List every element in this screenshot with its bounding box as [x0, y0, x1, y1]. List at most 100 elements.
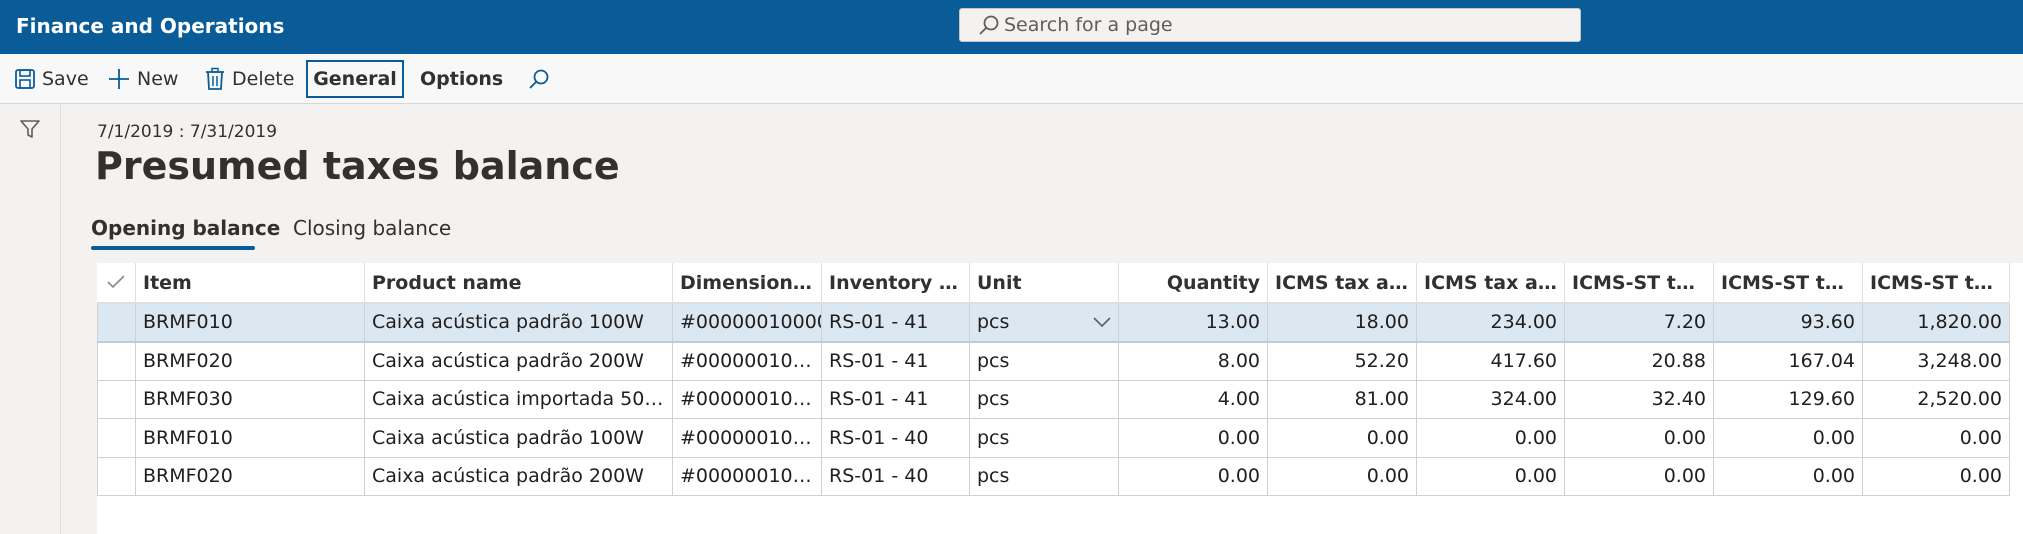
cell-product-name[interactable]: Caixa acústica padrão 100W [364, 302, 673, 343]
cell-icms-tax-amount-2[interactable]: 234.00 [1416, 302, 1565, 343]
cell-icms-st-tax-3[interactable]: 2,520.00 [1862, 379, 2010, 419]
cell-icms-st-tax-3[interactable]: 0.00 [1862, 456, 2010, 496]
delete-button[interactable]: Delete [204, 60, 294, 98]
cell-icms-st-tax-2[interactable]: 167.04 [1713, 341, 1863, 381]
column-header-icms-st-tax-2[interactable]: ICMS-ST tax... [1713, 263, 1863, 304]
cell-icms-st-tax-1[interactable]: 7.20 [1564, 302, 1714, 343]
cell-product-name[interactable]: Caixa acústica padrão 200W [364, 341, 673, 381]
cell-item[interactable]: BRMF020 [135, 341, 365, 381]
cell-inventory-dimension[interactable]: RS-01 - 41 [821, 302, 970, 343]
cell-icms-st-tax-1[interactable]: 20.88 [1564, 341, 1714, 381]
cell-unit[interactable]: pcs [969, 418, 1119, 458]
app-title[interactable]: Finance and Operations [16, 14, 284, 38]
cell-icms-st-tax-1[interactable]: 0.00 [1564, 456, 1714, 496]
cell-quantity[interactable]: 8.00 [1118, 341, 1268, 381]
cell-icms-st-tax-2[interactable]: 129.60 [1713, 379, 1863, 419]
cell-icms-tax-amount-2[interactable]: 324.00 [1416, 379, 1565, 419]
column-header-quantity[interactable]: Quantity [1118, 263, 1268, 304]
cell-quantity[interactable]: 4.00 [1118, 379, 1268, 419]
select-all-checkbox[interactable] [97, 263, 136, 304]
column-header-inventory-dimension[interactable]: Inventory di... [821, 263, 970, 304]
row-select-checkbox[interactable] [97, 379, 136, 419]
column-header-item[interactable]: Item [135, 263, 365, 304]
cell-unit[interactable]: pcs [969, 456, 1119, 496]
cell-icms-tax-amount-2[interactable]: 417.60 [1416, 341, 1565, 381]
cell-dimension[interactable]: #000000100... [672, 379, 822, 419]
cell-icms-tax-amount-2[interactable]: 0.00 [1416, 418, 1565, 458]
cell-icms-st-tax-3[interactable]: 0.00 [1862, 418, 2010, 458]
column-header-icms-st-tax-1[interactable]: ICMS-ST tax... [1564, 263, 1714, 304]
cell-quantity[interactable]: 0.00 [1118, 456, 1268, 496]
cell-quantity[interactable]: 13.00 [1118, 302, 1268, 343]
row-select-checkbox[interactable] [97, 418, 136, 458]
cell-product-name[interactable]: Caixa acústica importada 500W [364, 379, 673, 419]
column-header-icms-tax-amount-2[interactable]: ICMS tax am... [1416, 263, 1565, 304]
row-select-checkbox[interactable] [97, 302, 136, 343]
cell-icms-st-tax-3[interactable]: 1,820.00 [1862, 302, 2010, 343]
cell-icms-st-tax-3[interactable]: 3,248.00 [1862, 341, 2010, 381]
column-header-icms-tax-amount-1[interactable]: ICMS tax am... [1267, 263, 1417, 304]
filter-icon[interactable] [19, 118, 41, 144]
cell-icms-st-tax-2[interactable]: 0.00 [1713, 418, 1863, 458]
cell-icms-st-tax-1[interactable]: 32.40 [1564, 379, 1714, 419]
column-header-dimension[interactable]: Dimension n... [672, 263, 822, 304]
cell-unit[interactable]: pcs [969, 379, 1119, 419]
row-select-checkbox[interactable] [97, 456, 136, 496]
cell-product-name[interactable]: Caixa acústica padrão 100W [364, 418, 673, 458]
save-label: Save [42, 68, 89, 90]
table-row[interactable]: BRMF010 Caixa acústica padrão 100W #0000… [97, 302, 2010, 343]
tab-options[interactable]: Options [408, 60, 515, 98]
table-row[interactable]: BRMF030 Caixa acústica importada 500W #0… [97, 379, 2010, 419]
cell-inventory-dimension[interactable]: RS-01 - 40 [821, 456, 970, 496]
cell-dimension[interactable]: #00000010000 [672, 302, 822, 343]
cell-unit[interactable]: pcs [969, 341, 1119, 381]
cell-item[interactable]: BRMF030 [135, 379, 365, 419]
table-row[interactable]: BRMF020 Caixa acústica padrão 200W #0000… [97, 341, 2010, 381]
column-header-icms-st-tax-3[interactable]: ICMS-ST tax... [1862, 263, 2010, 304]
table-row[interactable]: BRMF010 Caixa acústica padrão 100W #0000… [97, 418, 2010, 458]
cell-inventory-dimension[interactable]: RS-01 - 41 [821, 379, 970, 419]
search-input[interactable] [1004, 14, 1524, 36]
search-box[interactable] [959, 8, 1581, 42]
cell-inventory-dimension[interactable]: RS-01 - 41 [821, 341, 970, 381]
cell-icms-st-tax-2[interactable]: 0.00 [1713, 456, 1863, 496]
page-title: Presumed taxes balance [95, 144, 620, 188]
table-row[interactable]: BRMF020 Caixa acústica padrão 200W #0000… [97, 456, 2010, 496]
cell-item[interactable]: BRMF010 [135, 302, 365, 343]
new-label: New [137, 68, 179, 90]
top-navbar: Finance and Operations [0, 0, 2023, 54]
cell-dimension[interactable]: #000000100... [672, 456, 822, 496]
cell-dimension[interactable]: #000000100... [672, 418, 822, 458]
cell-icms-tax-amount-1[interactable]: 0.00 [1267, 418, 1417, 458]
cell-unit[interactable]: pcs [969, 302, 1119, 343]
cell-icms-tax-amount-1[interactable]: 18.00 [1267, 302, 1417, 343]
cell-product-name[interactable]: Caixa acústica padrão 200W [364, 456, 673, 496]
cell-dimension[interactable]: #000000100... [672, 341, 822, 381]
new-button[interactable]: New [107, 60, 178, 98]
cell-item[interactable]: BRMF010 [135, 418, 365, 458]
cell-icms-tax-amount-1[interactable]: 81.00 [1267, 379, 1417, 419]
find-button[interactable] [527, 60, 557, 98]
chevron-down-icon[interactable] [1093, 316, 1111, 328]
filter-pane [0, 104, 61, 534]
cell-quantity[interactable]: 0.00 [1118, 418, 1268, 458]
cell-icms-tax-amount-1[interactable]: 0.00 [1267, 456, 1417, 496]
save-button[interactable]: Save [14, 60, 89, 98]
cell-icms-st-tax-1[interactable]: 0.00 [1564, 418, 1714, 458]
cell-icms-tax-amount-2[interactable]: 0.00 [1416, 456, 1565, 496]
column-header-product-name[interactable]: Product name [364, 263, 673, 304]
cell-inventory-dimension[interactable]: RS-01 - 40 [821, 418, 970, 458]
search-icon [976, 12, 1002, 38]
checkmark-icon [107, 274, 125, 288]
cell-icms-tax-amount-1[interactable]: 52.20 [1267, 341, 1417, 381]
tab-closing-balance[interactable]: Closing balance [293, 216, 451, 246]
grid-header-row: Item Product name Dimension n... Invento… [97, 263, 2010, 304]
cell-item[interactable]: BRMF020 [135, 456, 365, 496]
tab-general[interactable]: General [306, 60, 404, 98]
tab-opening-balance[interactable]: Opening balance [91, 216, 280, 246]
save-icon [15, 69, 35, 89]
cell-icms-st-tax-2[interactable]: 93.60 [1713, 302, 1863, 343]
row-select-checkbox[interactable] [97, 341, 136, 381]
column-header-unit[interactable]: Unit [969, 263, 1119, 304]
delete-label: Delete [232, 68, 295, 90]
